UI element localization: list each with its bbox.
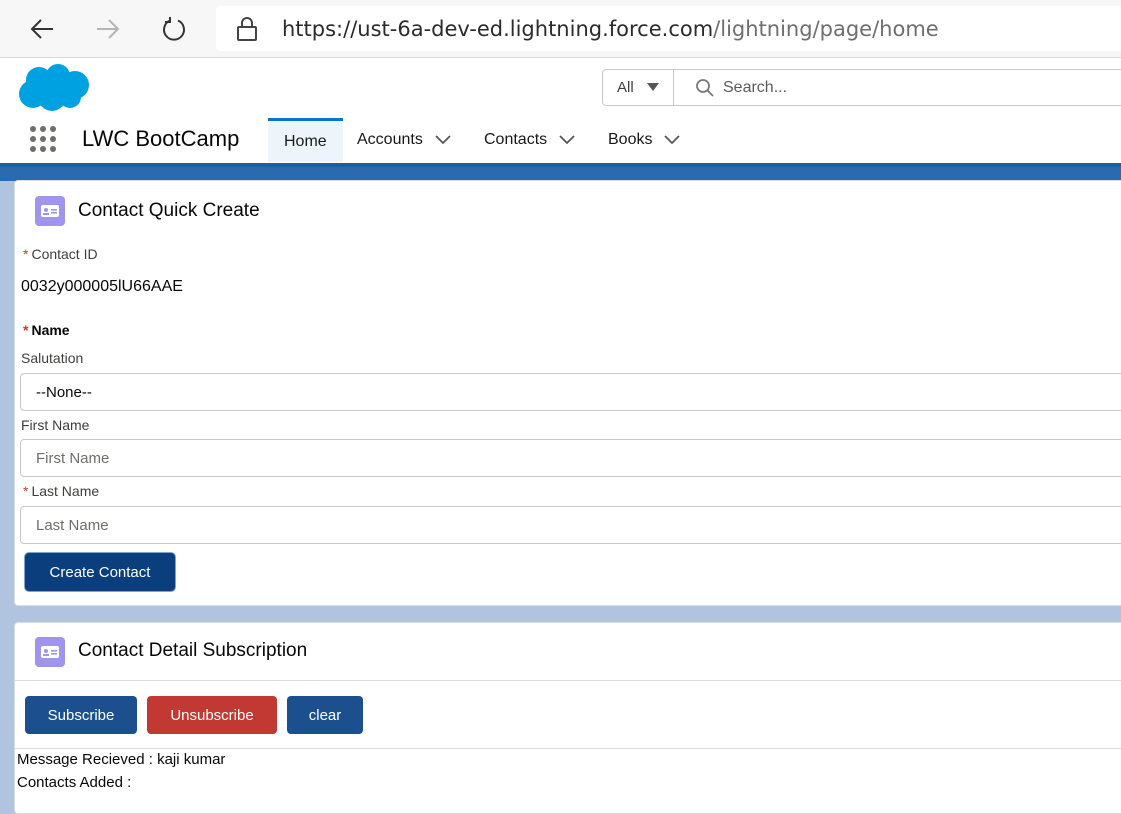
chevron-down-icon[interactable] <box>435 135 451 145</box>
forward-arrow-icon <box>97 19 120 39</box>
tab-accounts[interactable]: Accounts <box>357 118 451 162</box>
last-name-label: * Last Name <box>23 483 99 499</box>
refresh-button[interactable] <box>154 10 194 48</box>
app-nav-bar: LWC BootCamp Home Accounts Contacts Book… <box>0 116 1121 167</box>
contact-card-icon <box>35 637 65 667</box>
last-name-input[interactable] <box>20 506 1121 544</box>
caret-down-icon <box>647 83 659 91</box>
required-marker: * <box>23 322 29 338</box>
global-header: All <box>0 58 1121 116</box>
address-bar[interactable]: https://ust-6a-dev-ed.lightning.force.co… <box>216 6 1121 51</box>
contact-id-label: * Contact ID <box>23 246 98 262</box>
back-button[interactable] <box>22 10 62 48</box>
card-title: Contact Detail Subscription <box>78 640 308 661</box>
message-received-text: Message Recieved : kaji kumar <box>17 751 226 768</box>
clear-button[interactable]: clear <box>287 696 363 734</box>
search-icon <box>696 79 714 97</box>
tab-home[interactable]: Home <box>268 118 343 162</box>
tab-contacts[interactable]: Contacts <box>484 118 575 162</box>
salesforce-cloud-logo <box>19 64 89 111</box>
url-host: https://ust-6a-dev-ed.lightning.force.co… <box>282 17 714 41</box>
tab-home-label: Home <box>284 132 327 150</box>
first-name-label: First Name <box>21 417 90 433</box>
name-label-text: Name <box>31 322 70 338</box>
search-input[interactable] <box>723 72 1103 103</box>
url-path: /lightning/page/home <box>713 17 939 41</box>
required-marker: * <box>23 246 29 262</box>
unsubscribe-button[interactable]: Unsubscribe <box>147 696 277 734</box>
chevron-down-icon[interactable] <box>559 135 575 145</box>
search-scope-select[interactable]: All <box>603 70 674 105</box>
last-name-label-text: Last Name <box>31 483 100 499</box>
app-launcher-icon[interactable] <box>30 126 56 152</box>
lock-icon <box>237 17 257 41</box>
contact-id-value: 0032y000005lU66AAE <box>21 278 183 295</box>
global-search: All <box>602 69 1121 106</box>
card-divider <box>15 748 1121 749</box>
name-label: * Name <box>23 322 70 338</box>
contact-quick-create-card: Contact Quick Create * Contact ID 0032y00… <box>14 180 1121 606</box>
card-title: Contact Quick Create <box>78 200 260 221</box>
refresh-icon <box>163 17 185 41</box>
tab-accounts-label: Accounts <box>357 131 423 148</box>
salesforce-logo[interactable] <box>18 63 90 118</box>
contacts-added-text: Contacts Added : <box>17 774 132 791</box>
forward-button[interactable] <box>88 10 128 48</box>
back-arrow-icon <box>30 19 53 39</box>
search-scope-value: All <box>617 79 634 96</box>
url-text: https://ust-6a-dev-ed.lightning.force.co… <box>282 17 939 41</box>
salutation-label: Salutation <box>21 350 84 366</box>
brand-band <box>0 167 1121 181</box>
app-name: LWC BootCamp <box>82 126 240 151</box>
contact-detail-subscription-card: Contact Detail Subscription Subscribe Un… <box>14 622 1121 814</box>
card-divider <box>15 680 1121 681</box>
subscribe-button[interactable]: Subscribe <box>25 696 137 734</box>
create-contact-button[interactable]: Create Contact <box>25 553 175 591</box>
tab-books[interactable]: Books <box>608 118 681 162</box>
salutation-select[interactable]: --None-- <box>20 373 1121 411</box>
salutation-value: --None-- <box>36 383 92 401</box>
browser-toolbar: https://ust-6a-dev-ed.lightning.force.co… <box>0 0 1121 58</box>
required-marker: * <box>23 483 29 499</box>
contact-id-label-text: Contact ID <box>31 246 98 262</box>
contact-card-icon <box>35 196 65 226</box>
chevron-down-icon[interactable] <box>664 135 681 145</box>
tab-contacts-label: Contacts <box>484 131 548 148</box>
tab-books-label: Books <box>608 131 653 148</box>
first-name-input[interactable] <box>20 439 1121 477</box>
